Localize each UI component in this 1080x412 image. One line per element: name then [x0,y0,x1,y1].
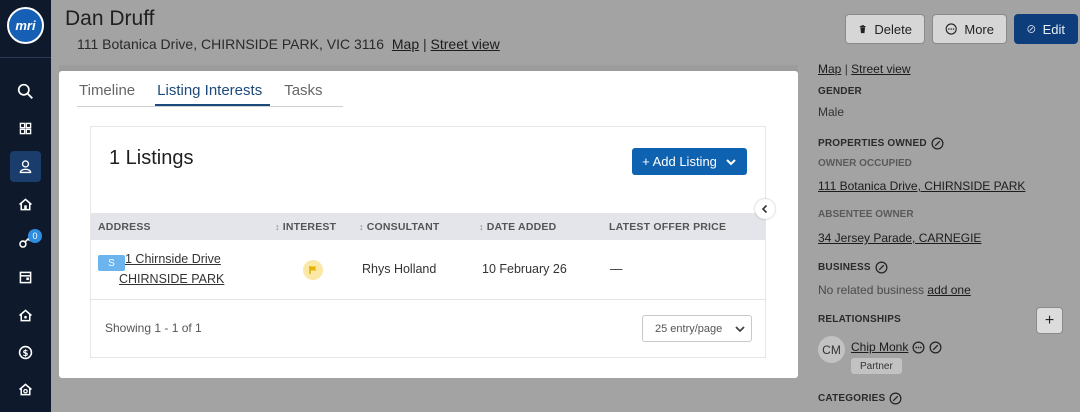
gender-value: Male [818,105,845,119]
edit-button[interactable]: Edit [1014,14,1078,44]
contacts-icon[interactable] [10,151,41,182]
chevron-left-icon [761,204,768,214]
card-top-strip [59,65,798,71]
relationships-label: RELATIONSHIPS [818,314,901,325]
relationship-item: Chip Monk [851,340,942,354]
mri-logo[interactable]: mri [7,7,44,44]
tab-listing-interests[interactable]: Listing Interests [155,82,271,106]
properties-owned-heading: PROPERTIES OWNED [818,137,944,150]
house-settings-icon[interactable] [10,374,41,405]
collapse-panel-button[interactable] [755,199,775,219]
edit-properties-icon[interactable] [931,137,944,150]
gender-label: GENDER [818,86,862,97]
table-header: ADDRESS ↕ INTEREST ↕ CONSULTANT ↕ DATE A… [91,213,765,240]
owner-occupied-property-link[interactable]: 111 Botanica Drive, CHIRNSIDE PARK [818,179,1025,193]
contact-name: Dan Druff [65,7,155,30]
panel-link-separator: | [844,62,848,76]
listing-status-badge: S [98,255,125,271]
column-interest[interactable]: ↕ INTEREST [275,221,336,233]
column-latest-offer[interactable]: LATEST OFFER PRICE [609,221,726,233]
property-icon[interactable] [10,300,41,331]
column-address[interactable]: ADDRESS [98,221,151,233]
properties-owned-label: PROPERTIES OWNED [818,138,927,149]
panel-street-view-link[interactable]: Street view [851,62,910,76]
delete-button[interactable]: Delete [845,14,925,44]
tab-timeline[interactable]: Timeline [77,82,143,106]
listing-address-line1[interactable]: 1 Chirnside Drive [125,252,221,266]
absentee-owner-property-link[interactable]: 34 Jersey Parade, CARNEGIE [818,231,981,245]
column-date-added-label: DATE ADDED [486,220,557,233]
edit-label: Edit [1042,21,1065,37]
sort-icon: ↕ [479,221,484,232]
edit-categories-icon[interactable] [889,392,902,405]
listing-latest-offer: — [610,262,623,276]
home-icon[interactable] [10,189,41,220]
absentee-owner-label: ABSENTEE OWNER [818,209,914,220]
column-date-added[interactable]: ↕ DATE ADDED [479,221,556,233]
svg-text:$: $ [23,349,29,359]
edit-business-icon[interactable] [875,261,888,274]
edit-relationship-icon[interactable] [929,341,942,354]
chevron-down-icon [735,325,745,332]
listings-title: 1 Listings [109,147,194,169]
sort-icon: ↕ [275,221,280,232]
pagination-summary: Showing 1 - 1 of 1 [105,321,202,335]
interest-flag-icon[interactable] [303,260,323,280]
add-listing-label: + Add Listing [642,154,717,169]
dashboard-icon[interactable] [10,113,41,144]
sort-icon: ↕ [359,221,364,232]
owner-occupied-label: OWNER OCCUPIED [818,158,912,169]
delete-label: Delete [874,21,912,37]
more-button[interactable]: More [932,14,1007,44]
column-consultant-label: CONSULTANT [366,220,440,233]
business-label: BUSINESS [818,262,871,273]
more-icon [945,23,957,35]
categories-heading: CATEGORIES [818,392,902,405]
listing-date-added: 10 February 26 [482,262,567,276]
panel-location-links: Map | Street view [818,62,911,76]
search-icon[interactable] [10,76,41,107]
add-listing-button[interactable]: + Add Listing [632,148,747,175]
calendar-icon[interactable] [10,262,41,293]
avatar: CM [818,336,845,363]
listing-consultant: Rhys Holland [362,262,437,276]
dollar-icon[interactable]: $ [10,337,41,368]
trash-icon [859,25,866,34]
logo-text: mri [15,18,36,33]
business-empty-text: No related business add one [818,283,971,297]
business-heading: BUSINESS [818,261,888,274]
tab-tasks[interactable]: Tasks [282,82,330,106]
chevron-down-icon [726,158,736,165]
listing-address-line2[interactable]: CHIRNSIDE PARK [119,272,224,286]
add-relationship-button[interactable]: + [1036,307,1063,334]
street-view-link[interactable]: Street view [431,36,500,52]
main-content-card: Timeline Listing Interests Tasks 1 Listi… [59,65,798,378]
table-row[interactable]: 1 Chirnside Drive S CHIRNSIDE PARK Rhys … [91,240,765,300]
more-label: More [964,21,994,37]
edit-circle-icon [1027,25,1036,33]
business-empty-label: No related business [818,283,925,297]
relationship-name-link[interactable]: Chip Monk [851,340,908,354]
relationship-more-icon[interactable] [912,341,925,354]
panel-map-link[interactable]: Map [818,62,841,76]
contact-address-line: 111 Botanica Drive, CHIRNSIDE PARK, VIC … [77,36,500,52]
relationship-type-tag: Partner [851,358,902,374]
contact-address: 111 Botanica Drive, CHIRNSIDE PARK, VIC … [77,36,385,52]
add-business-link[interactable]: add one [927,283,970,297]
link-separator: | [423,36,427,52]
entries-per-page-value: 25 entry/page [655,322,723,335]
left-sidebar: mri 0 $ [0,0,51,412]
listings-panel: 1 Listings + Add Listing ADDRESS ↕ INTER… [91,127,765,357]
categories-label: CATEGORIES [818,393,886,404]
sidebar-divider [0,57,51,58]
column-consultant[interactable]: ↕ CONSULTANT [359,221,439,233]
tab-bar: Timeline Listing Interests Tasks [77,82,343,107]
column-interest-label: INTEREST [282,220,337,233]
entries-per-page-select[interactable]: 25 entry/page [642,315,752,342]
contact-details-panel: Map | Street view GENDER Male PROPERTIES… [818,60,1080,412]
map-link[interactable]: Map [392,36,419,52]
notification-badge: 0 [28,229,42,243]
